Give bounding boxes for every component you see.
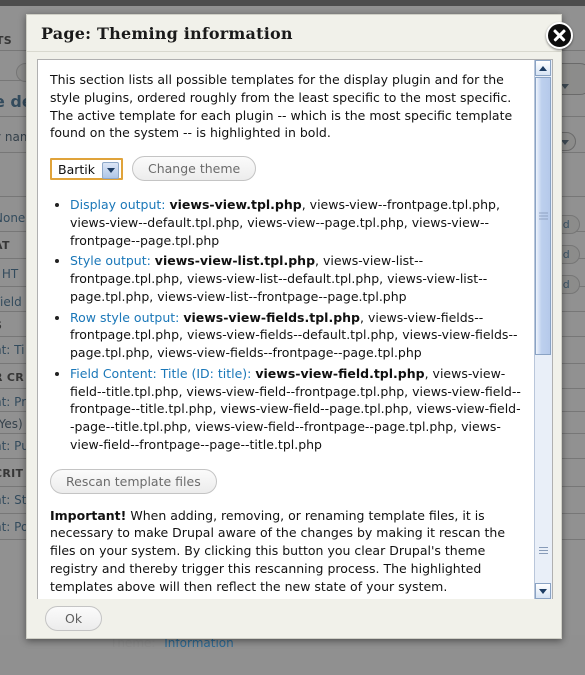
dialog-footer: Ok	[27, 599, 561, 638]
background-text: nt: St	[0, 493, 27, 507]
scrollbar-grip-lower	[539, 547, 548, 555]
template-plugin-label[interactable]: Style output:	[70, 253, 151, 268]
page-title: Page: Theming information	[41, 23, 293, 43]
important-note: Important! When adding, removing, or ren…	[50, 507, 525, 596]
theme-select-wrapper: Bartik	[50, 157, 123, 180]
template-list-item: Display output: views-view.tpl.php, view…	[70, 196, 525, 249]
template-list-item: Row style output: views-view-fields.tpl.…	[70, 309, 525, 362]
background-text: : HT	[0, 267, 19, 281]
template-plugin-label[interactable]: Row style output:	[70, 310, 179, 325]
background-text: nt: Ti	[0, 343, 25, 357]
change-theme-button[interactable]: Change theme	[132, 156, 257, 181]
background-text: S	[0, 319, 2, 332]
dialog-content-area: This section lists all possible template…	[37, 59, 553, 600]
ok-button[interactable]: Ok	[45, 606, 103, 631]
important-lead: Important!	[50, 507, 127, 523]
template-list: Display output: views-view.tpl.php, view…	[50, 196, 525, 454]
active-template-name: views-view-fields.tpl.php	[183, 309, 360, 325]
template-list-item: Field Content: Title (ID: title): views-…	[70, 365, 525, 454]
chevron-down-icon[interactable]	[535, 583, 551, 599]
dialog-scroll-content: This section lists all possible template…	[38, 60, 535, 599]
background-text: (Yes)	[0, 417, 23, 431]
active-template-name: views-view-field.tpl.php	[255, 365, 425, 381]
template-plugin-label[interactable]: Field Content: Title (ID: title):	[70, 366, 251, 381]
background-text: CRIT	[0, 467, 24, 480]
background-text: Field	[0, 295, 22, 309]
rescan-template-files-button[interactable]: Rescan template files	[50, 468, 217, 494]
close-icon[interactable]	[546, 22, 573, 49]
theming-information-dialog: Page: Theming information This section l…	[26, 14, 573, 639]
theme-switcher-row: Bartik Change theme	[50, 156, 525, 181]
template-list-item: Style output: views-view-list.tpl.php, v…	[70, 252, 525, 305]
content-scrollbar[interactable]	[534, 60, 552, 599]
background-text: nt: Po	[0, 520, 29, 534]
theme-select[interactable]: Bartik	[50, 157, 123, 180]
background-text: None	[0, 211, 26, 225]
template-plugin-label[interactable]: Display output:	[70, 197, 166, 212]
active-template-name: views-view-list.tpl.php	[154, 253, 316, 269]
dialog-titlebar: Page: Theming information	[27, 15, 561, 52]
background-text: AT	[0, 239, 10, 252]
scrollbar-grip	[539, 212, 548, 220]
background-text: nt: Pu	[0, 439, 29, 453]
chevron-up-icon[interactable]	[535, 60, 551, 76]
intro-paragraph: This section lists all possible template…	[50, 72, 513, 141]
scrollbar-thumb[interactable]	[535, 77, 551, 355]
background-text: R CR	[0, 371, 25, 384]
background-text: nt: Pr	[0, 395, 27, 409]
active-template-name: views-view.tpl.php	[169, 197, 302, 212]
background-text: TS	[0, 34, 13, 47]
